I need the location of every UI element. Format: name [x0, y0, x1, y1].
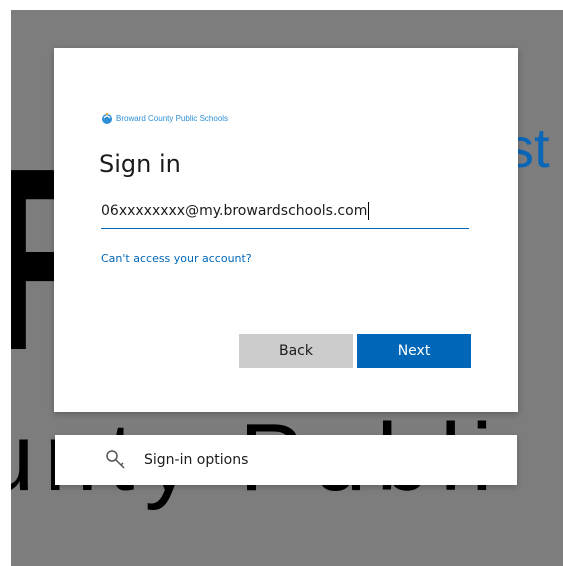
- back-button[interactable]: Back: [239, 334, 353, 368]
- text-caret: [368, 202, 370, 220]
- email-field[interactable]: 06xxxxxxxx@my.browardschools.com: [101, 194, 469, 229]
- email-value: 06xxxxxxxx@my.browardschools.com: [101, 203, 368, 219]
- signin-card: Broward County Public Schools Sign in 06…: [54, 48, 518, 412]
- cant-access-account-link[interactable]: Can't access your account?: [101, 252, 252, 265]
- logo-icon: [101, 109, 113, 128]
- signin-options-button[interactable]: Sign-in options: [55, 435, 517, 485]
- org-name: Broward County Public Schools: [116, 114, 229, 123]
- page-title: Sign in: [99, 150, 181, 178]
- org-logo: Broward County Public Schools: [101, 109, 228, 128]
- key-icon: [105, 448, 129, 472]
- next-button[interactable]: Next: [357, 334, 471, 368]
- signin-options-label: Sign-in options: [144, 452, 249, 468]
